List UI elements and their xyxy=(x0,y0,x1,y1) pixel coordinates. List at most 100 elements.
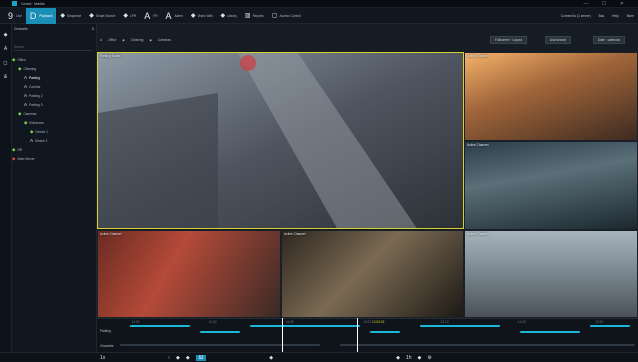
tab-label: Alarm xyxy=(174,13,183,18)
tree-item[interactable]: A Parking 2 xyxy=(12,91,42,100)
export-icon[interactable]: ◆ xyxy=(269,355,273,361)
zoom-in-icon[interactable]: ◆ xyxy=(418,355,422,361)
tab-live[interactable]: 9 Live xyxy=(4,8,26,24)
tree-item[interactable]: ◆ Office xyxy=(12,55,26,64)
button-label: Date · calendar xyxy=(598,38,620,42)
tab-access-control[interactable]: ▢ Access Control xyxy=(268,8,305,24)
tree-item[interactable]: ◆ NR xyxy=(12,145,22,154)
fullscreen-button[interactable]: Fullscreen · Layout xyxy=(490,36,528,44)
recording-segment[interactable] xyxy=(200,331,240,333)
button-label: Add search xyxy=(550,38,567,42)
tree-item-label: Parking 3 xyxy=(29,102,43,107)
zoom-out-icon[interactable]: ◆ xyxy=(396,355,400,361)
add-search-button[interactable]: Add search xyxy=(545,36,572,44)
users-icon[interactable]: & xyxy=(0,74,11,80)
reports-icon: ▥ xyxy=(244,13,251,19)
track-label: Parking xyxy=(100,329,111,333)
recording-segment[interactable] xyxy=(520,331,580,333)
tab-alarm[interactable]: A Alarm xyxy=(162,8,187,24)
connect-status[interactable]: Connect to (1 server) xyxy=(561,14,591,18)
tree-item-label: Corridor xyxy=(29,84,41,89)
camera-icon: A xyxy=(24,84,28,89)
app-logo-icon xyxy=(12,1,17,6)
tree-item[interactable]: ◆ Cleaning xyxy=(12,64,36,73)
video-tile[interactable]: Active Channel xyxy=(97,230,281,318)
layouts-icon[interactable]: ◻ xyxy=(0,60,11,66)
lpr-icon: ◆ xyxy=(123,13,129,19)
recording-segment[interactable] xyxy=(370,331,400,333)
tree-item[interactable]: ◆ Device 1 xyxy=(12,127,48,136)
tab-label: LPR xyxy=(130,13,137,18)
tree-item-label: Cleaning xyxy=(23,66,37,71)
tab-lpr[interactable]: ◆ LPR xyxy=(119,8,140,24)
pause-button[interactable]: Ш xyxy=(195,354,207,361)
tab-label: Sequence xyxy=(66,13,82,18)
tab-label: Library xyxy=(227,13,237,18)
access-control-icon: ▢ xyxy=(271,13,278,19)
toolbar-right: Connect to (1 server) Bas Help More xyxy=(561,8,634,24)
button-label: Fullscreen · Layout xyxy=(495,38,523,42)
tile-label: Active Channel xyxy=(467,54,489,58)
tab-sequence[interactable]: ◆ Sequence xyxy=(56,8,85,24)
video-tile[interactable]: Active Channel xyxy=(464,141,638,230)
breadcrumb-separator-icon: ◆ xyxy=(149,38,152,42)
tab-label: Video Wall xyxy=(197,13,213,18)
tab-playback[interactable]: D Playback xyxy=(25,7,57,24)
devices-icon[interactable]: A xyxy=(0,46,11,52)
window-controls[interactable]: — ☐ ✕ xyxy=(584,1,630,7)
recording-segment[interactable] xyxy=(130,325,190,327)
alarm-icon: A xyxy=(165,10,172,21)
tab-smart-search[interactable]: ◆ Smart Search xyxy=(85,8,119,24)
tab-label: Live xyxy=(16,13,22,18)
sidebar-header: Channels D xyxy=(14,27,94,31)
video-tile[interactable]: Active Channel xyxy=(464,230,638,318)
tree-item[interactable]: ◆ Entrances xyxy=(12,118,44,127)
tree-item[interactable]: A Device 2 xyxy=(12,136,47,145)
tree-item[interactable]: ◆ Cameras xyxy=(12,109,36,118)
video-tile[interactable]: Active Channel xyxy=(464,52,638,141)
timeline-tracks[interactable] xyxy=(120,325,635,350)
breadcrumb-item[interactable]: Cleaning xyxy=(131,38,144,42)
tab-label: Smart Search xyxy=(95,13,116,18)
video-tile[interactable]: Active Channel xyxy=(281,230,464,318)
recording-segment[interactable] xyxy=(340,344,635,346)
smart-search-icon: ◆ xyxy=(89,13,94,19)
tree-item[interactable]: A Parking xyxy=(12,73,40,82)
playback-controls: 1x ‹ ◆ ◆ Ш ◆ ◆ 1h ◆ ⚙ xyxy=(0,352,638,362)
play-icon[interactable]: ◆ xyxy=(186,355,190,361)
tree-item[interactable]: ◆ Main Server xyxy=(12,154,35,163)
recording-segment[interactable] xyxy=(120,344,320,346)
tile-label: Active Channel xyxy=(100,232,122,236)
more-menu[interactable]: More xyxy=(627,14,634,18)
tree-item[interactable]: A Parking 3 xyxy=(12,100,42,109)
tab-fr[interactable]: A FR xyxy=(140,8,161,24)
search-input[interactable]: Search xyxy=(14,45,92,51)
step-back-icon[interactable]: ‹ xyxy=(168,355,170,361)
breadcrumb-item[interactable]: Cameras xyxy=(158,38,171,42)
playhead[interactable] xyxy=(282,318,283,352)
camera-icon: A xyxy=(24,93,28,98)
tab-reports[interactable]: ▥ Reports xyxy=(241,8,268,24)
settings-icon[interactable]: ⚙ xyxy=(427,355,431,361)
speed-label[interactable]: 1x xyxy=(100,355,105,361)
recording-segment[interactable] xyxy=(250,325,360,327)
video-tile[interactable]: Parking South xyxy=(97,52,464,229)
recording-segment[interactable] xyxy=(590,325,630,327)
rewind-icon[interactable]: ◆ xyxy=(176,355,180,361)
tree-item[interactable]: A Corridor xyxy=(12,82,41,91)
tree-item-label: Office xyxy=(17,57,26,62)
tree-item-label: Main Server xyxy=(17,156,35,161)
tab-library[interactable]: ◆ Library xyxy=(217,8,241,24)
channels-icon[interactable]: ◆ xyxy=(0,32,11,38)
folder-icon: ◆ xyxy=(12,155,16,161)
breadcrumb-item[interactable]: Office xyxy=(108,38,116,42)
cursor-time: 12:05:32 xyxy=(372,320,385,324)
calendar-button[interactable]: Date · calendar xyxy=(593,36,625,44)
tab-video-wall[interactable]: ◆ Video Wall xyxy=(187,8,217,24)
crowd-scene xyxy=(98,53,463,228)
user-menu[interactable]: Bas xyxy=(599,14,605,18)
playhead-end[interactable] xyxy=(357,318,358,352)
help-link[interactable]: Help xyxy=(612,14,619,18)
recording-segment[interactable] xyxy=(420,325,500,327)
collapse-icon[interactable]: D xyxy=(92,27,94,31)
